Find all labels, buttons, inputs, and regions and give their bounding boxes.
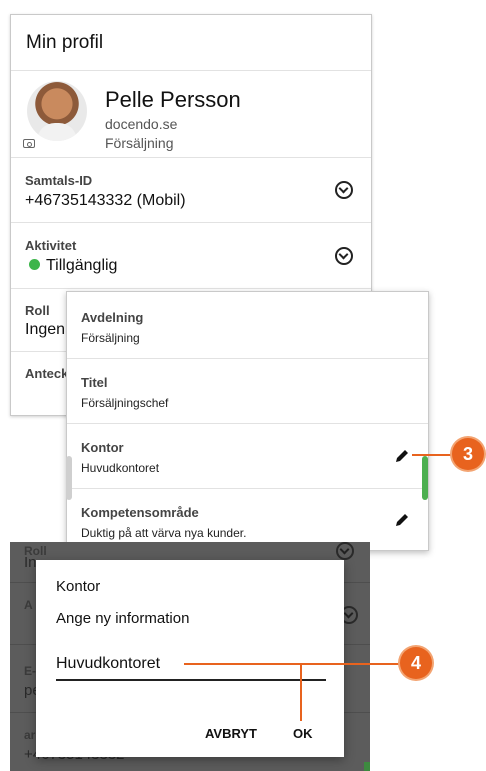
- call-id-value: +46735143332 (Mobil): [25, 192, 186, 209]
- title-label: Titel: [81, 375, 108, 390]
- title-value: Försäljningschef: [81, 396, 169, 410]
- callout-line-4: [184, 663, 402, 665]
- chevron-down-icon: [336, 542, 354, 560]
- profile-name: Pelle Persson: [105, 87, 241, 112]
- cancel-button[interactable]: AVBRYT: [205, 726, 257, 741]
- office-input[interactable]: Huvudkontoret: [56, 655, 160, 673]
- notes-label: Anteck: [25, 366, 69, 381]
- bg-email-label: E-: [24, 664, 36, 678]
- callout-line-3: [412, 454, 452, 456]
- divider: [67, 358, 428, 359]
- bg-role-value: In: [24, 554, 37, 571]
- page-title: Min profil: [26, 32, 104, 53]
- edit-office-dialog: Kontor Ange ny information Huvudkontoret…: [36, 560, 344, 757]
- pencil-icon[interactable]: [394, 448, 410, 464]
- competence-value: Duktig på att värva nya kunder.: [81, 526, 247, 540]
- department-value: Försäljning: [81, 331, 140, 345]
- ok-button[interactable]: OK: [293, 726, 313, 741]
- department-label: Avdelning: [81, 310, 144, 325]
- step-4-badge: 4: [400, 647, 432, 679]
- divider: [11, 288, 371, 289]
- chevron-down-icon[interactable]: [335, 181, 353, 199]
- status-dot-icon: [29, 259, 40, 270]
- role-label: Roll: [25, 303, 50, 318]
- scrollbar: [364, 762, 370, 771]
- step-3-badge: 3: [452, 438, 484, 470]
- divider: [67, 488, 428, 489]
- divider: [11, 222, 371, 223]
- avatar[interactable]: [27, 81, 87, 141]
- bg-call-label: ar: [24, 728, 36, 742]
- input-underline: [56, 679, 326, 681]
- profile-header: Min profil: [11, 15, 371, 71]
- dialog-subtitle: Ange ny information: [56, 610, 190, 627]
- divider: [67, 423, 428, 424]
- chevron-down-icon[interactable]: [335, 247, 353, 265]
- activity-status-text: Tillgänglig: [46, 257, 118, 274]
- activity-label: Aktivitet: [25, 238, 77, 253]
- bg-notes-label: A: [24, 598, 33, 612]
- details-card: Avdelning Försäljning Titel Försäljnings…: [66, 291, 429, 551]
- competence-label: Kompetensområde: [81, 505, 199, 520]
- role-value: Ingen: [25, 321, 66, 338]
- divider: [11, 157, 371, 158]
- profile-domain: docendo.se: [105, 116, 178, 132]
- dialog-title: Kontor: [56, 578, 101, 595]
- activity-value: Tillgänglig: [29, 257, 117, 275]
- scrollbar-left: [66, 456, 72, 500]
- pencil-icon[interactable]: [394, 512, 410, 528]
- profile-department: Försäljning: [105, 135, 174, 151]
- call-id-label: Samtals-ID: [25, 173, 93, 188]
- office-label: Kontor: [81, 440, 124, 455]
- callout-line-4-down: [300, 663, 302, 721]
- scrollbar[interactable]: [422, 456, 428, 500]
- office-value: Huvudkontoret: [81, 461, 160, 475]
- camera-icon[interactable]: [23, 139, 35, 148]
